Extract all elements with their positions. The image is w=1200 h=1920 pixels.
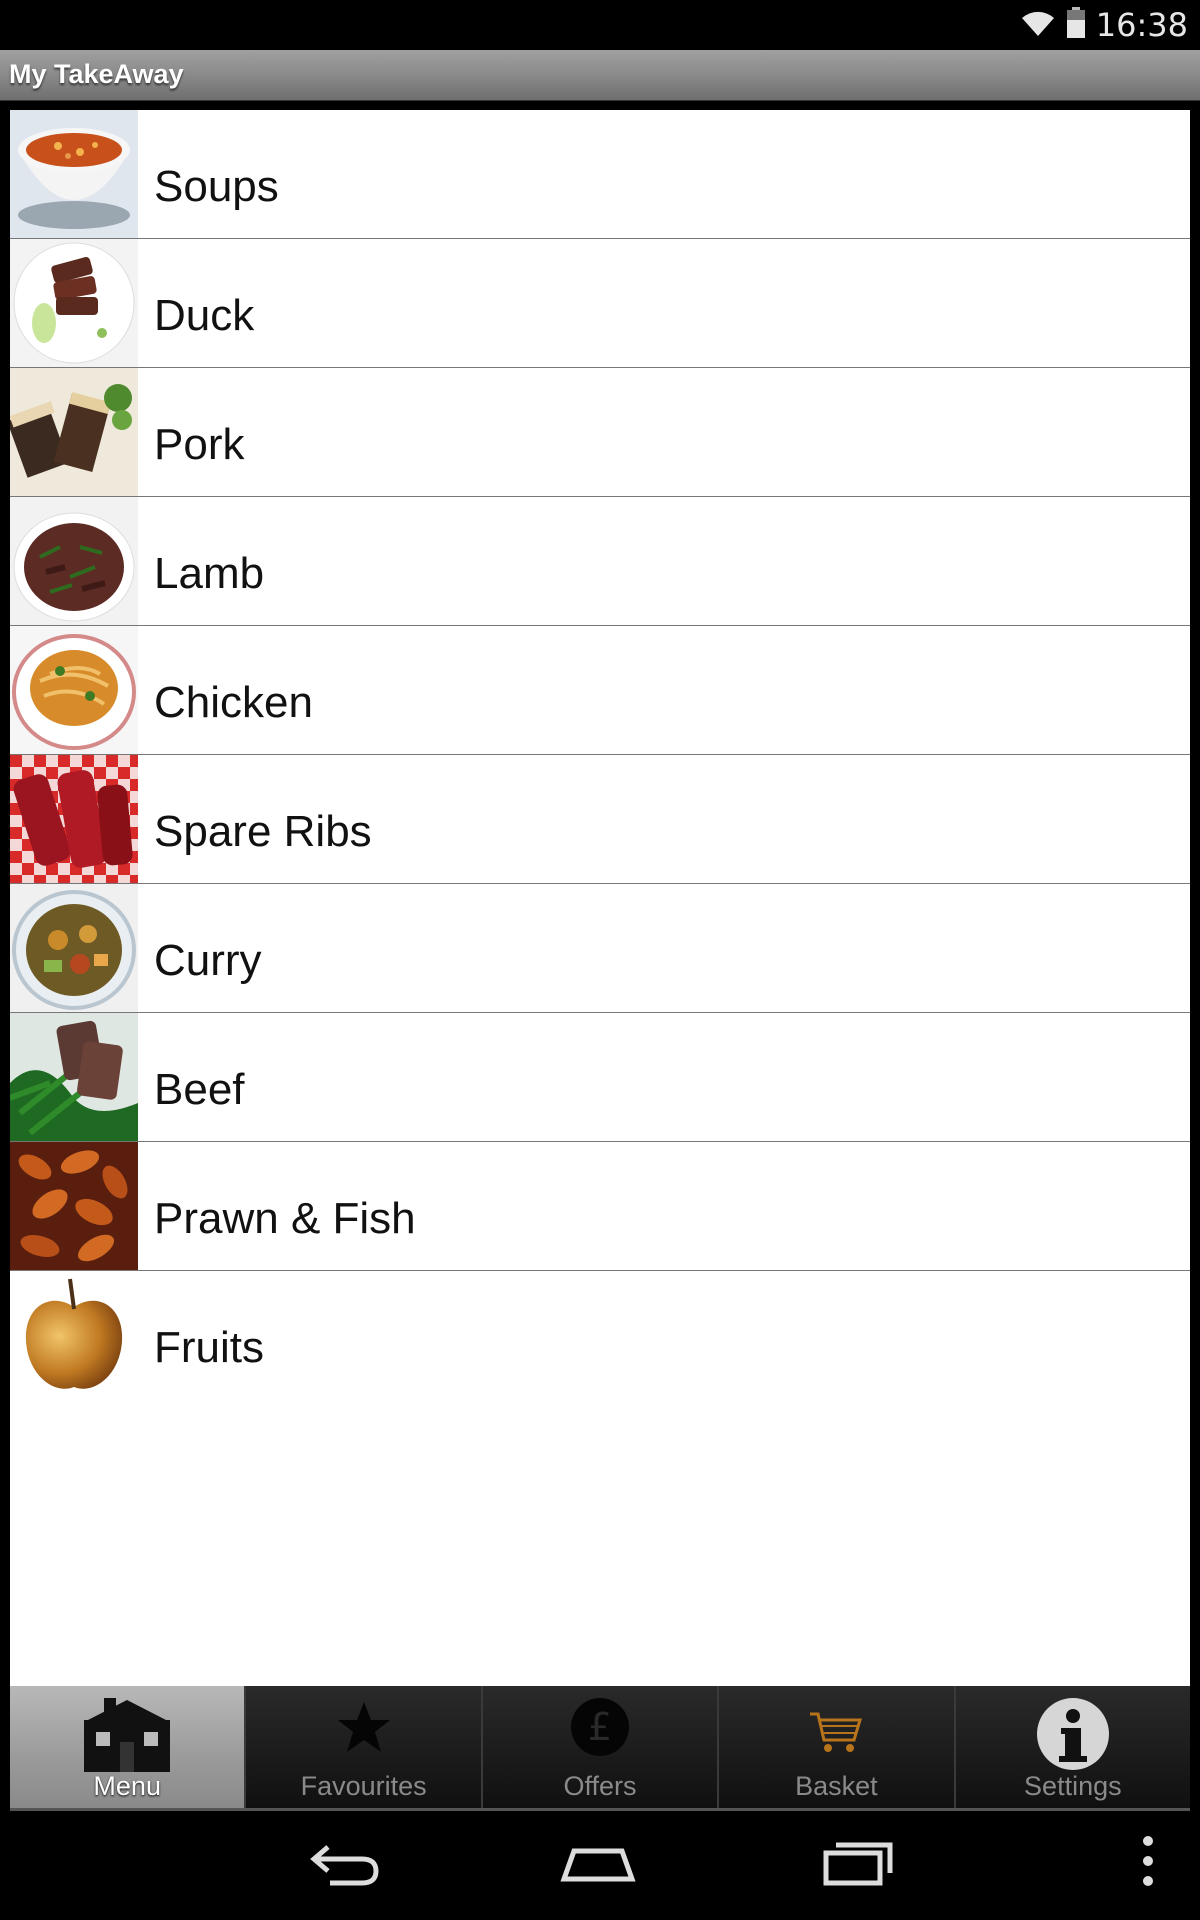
- menu-item-label: Curry: [154, 936, 262, 985]
- menu-item-beef[interactable]: Beef: [10, 1013, 1190, 1142]
- menu-item-label: Beef: [154, 1065, 245, 1114]
- app-title-bar: My TakeAway: [0, 50, 1200, 101]
- tab-label: Basket: [795, 1771, 878, 1801]
- tab-settings[interactable]: Settings: [955, 1686, 1191, 1808]
- prawns-thumbnail: [10, 1142, 138, 1270]
- wifi-icon: [1020, 8, 1056, 43]
- info-icon: [1035, 1696, 1111, 1777]
- status-bar: 16:38: [0, 0, 1200, 50]
- home-icon[interactable]: [560, 1839, 636, 1894]
- curry-bowl-thumbnail: [10, 884, 138, 1012]
- menu-item-label: Spare Ribs: [154, 807, 372, 856]
- battery-icon: [1066, 6, 1086, 44]
- back-icon[interactable]: [308, 1839, 380, 1894]
- menu-item-label: Pork: [154, 420, 245, 469]
- menu-item-prawn-fish[interactable]: Prawn & Fish: [10, 1142, 1190, 1271]
- tab-menu[interactable]: Menu: [10, 1686, 247, 1808]
- house-icon: [80, 1696, 174, 1779]
- menu-item-label: Lamb: [154, 549, 265, 598]
- tab-label: Favourites: [300, 1771, 427, 1801]
- menu-item-lamb[interactable]: Lamb: [10, 497, 1190, 626]
- bottom-tab-bar: Menu Favourites £ Offers Basket Settings: [10, 1686, 1191, 1811]
- menu-item-curry[interactable]: Curry: [10, 884, 1190, 1013]
- apple-thumbnail: [10, 1271, 138, 1399]
- pound-coin-icon: £: [569, 1696, 631, 1763]
- pork-belly-thumbnail: [10, 368, 138, 496]
- chicken-noodles-thumbnail: [10, 626, 138, 754]
- menu-item-spare-ribs[interactable]: Spare Ribs: [10, 755, 1190, 884]
- tab-basket[interactable]: Basket: [719, 1686, 956, 1808]
- lamb-stirfry-thumbnail: [10, 497, 138, 625]
- recent-apps-icon[interactable]: [822, 1839, 894, 1894]
- menu-item-label: Duck: [154, 291, 255, 340]
- star-icon: [336, 1700, 392, 1759]
- menu-item-duck[interactable]: Duck: [10, 239, 1190, 368]
- beef-greens-thumbnail: [10, 1013, 138, 1141]
- tab-label: Settings: [1024, 1771, 1122, 1801]
- menu-item-pork[interactable]: Pork: [10, 368, 1190, 497]
- menu-item-label: Fruits: [154, 1323, 264, 1372]
- tab-favourites[interactable]: Favourites: [246, 1686, 483, 1808]
- spare-ribs-thumbnail: [10, 755, 138, 883]
- menu-category-list: Soups Duck Pork Lamb Chicken Spare Ribs …: [10, 110, 1190, 1399]
- system-navigation-bar: [0, 1811, 1200, 1920]
- soup-bowl-thumbnail: [10, 110, 138, 238]
- menu-item-label: Soups: [154, 162, 279, 211]
- menu-content: Soups Duck Pork Lamb Chicken Spare Ribs …: [10, 110, 1190, 1686]
- menu-item-soups[interactable]: Soups: [10, 110, 1190, 239]
- cart-icon: [808, 1710, 864, 1759]
- menu-item-fruits[interactable]: Fruits: [10, 1271, 1190, 1399]
- menu-item-label: Chicken: [154, 678, 313, 727]
- menu-item-label: Prawn & Fish: [154, 1194, 416, 1243]
- duck-dish-thumbnail: [10, 239, 138, 367]
- tab-label: Menu: [93, 1771, 161, 1801]
- tab-label: Offers: [563, 1771, 637, 1801]
- overflow-menu-icon[interactable]: [1140, 1835, 1156, 1892]
- app-title: My TakeAway: [9, 59, 184, 89]
- tab-offers[interactable]: £ Offers: [482, 1686, 720, 1808]
- menu-item-chicken[interactable]: Chicken: [10, 626, 1190, 755]
- status-time: 16:38: [1095, 6, 1188, 44]
- svg-text:£: £: [588, 1705, 612, 1749]
